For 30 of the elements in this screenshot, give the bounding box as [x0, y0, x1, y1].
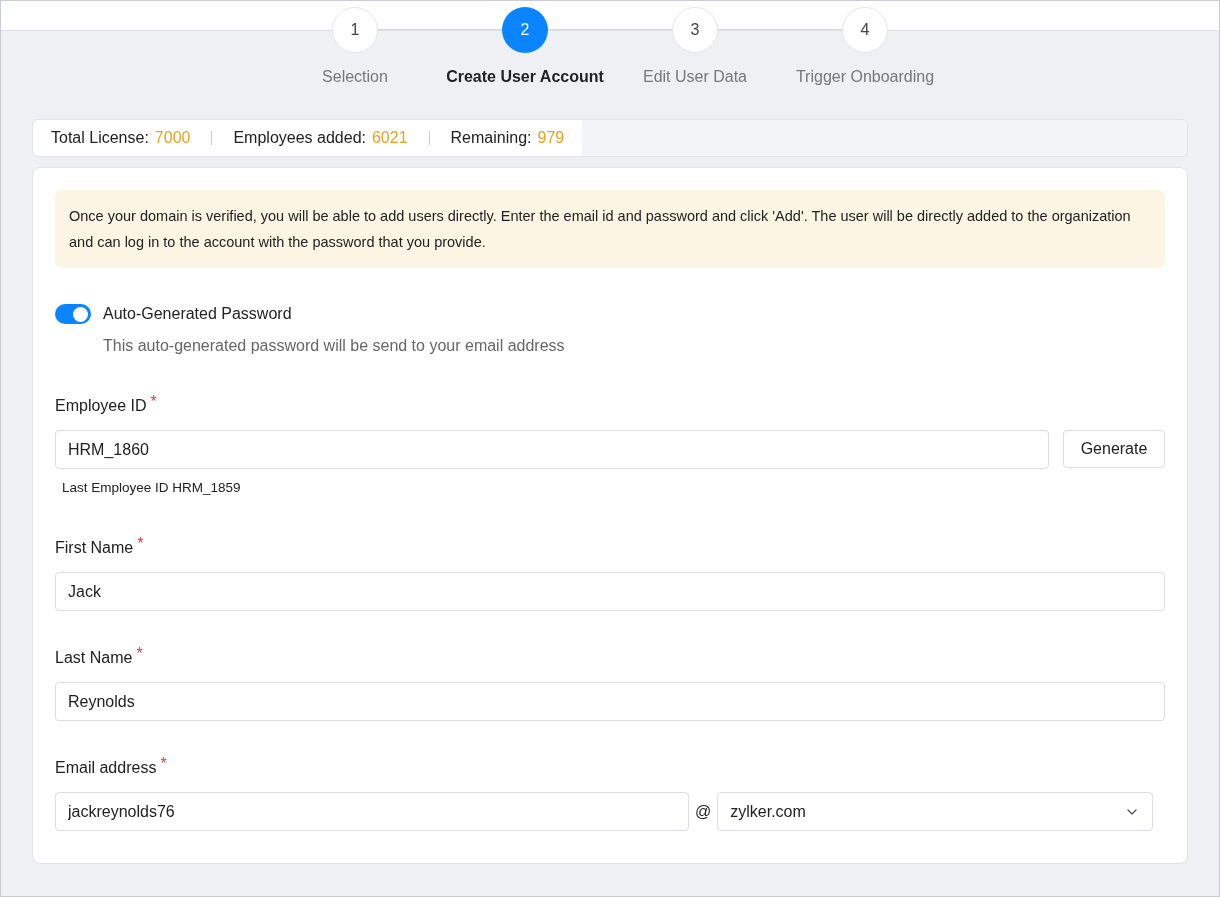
notice-text: Once your domain is verified, you will be able to add users directly. Enter the email id and password and click 'Add'. The user will be directly added to the organization and can log in to the account with the password that you provide. [69, 207, 1132, 252]
step-label: Create User Account [446, 67, 604, 87]
domain-dropdown[interactable]: zylker.com [717, 792, 1153, 832]
field-label: Email address [55, 758, 157, 779]
license-value: 979 [537, 128, 565, 148]
step-label: Trigger Onboarding [795, 67, 935, 87]
generate-button[interactable]: Generate [1063, 430, 1165, 468]
field-label: Last Name [55, 648, 133, 669]
toggle-label: Auto-Generated Password [103, 304, 292, 324]
license-value: 6021 [371, 128, 408, 148]
employee-id-field[interactable]: HRM_1860 [55, 430, 1049, 469]
license-label: Employees added: [233, 128, 366, 148]
last-name-field[interactable]: Reynolds [55, 682, 1165, 722]
field-label: Employee ID [55, 396, 147, 416]
step-label: Edit User Data [642, 67, 747, 87]
email-field[interactable]: jackreynolds76 [55, 792, 689, 832]
license-value: 7000 [154, 128, 191, 148]
license-label: Remaining: [450, 128, 532, 148]
required-mark: * [137, 536, 144, 553]
required-mark: * [160, 756, 167, 773]
license-label: Total License: [51, 128, 149, 148]
hint-text: Last Employee ID HRM_1859 [62, 479, 242, 497]
toggle-description: This auto-generated password will be send to your email address [103, 336, 566, 356]
toggle-switch[interactable] [55, 304, 91, 324]
at-sign: @ [694, 801, 713, 822]
required-mark: * [150, 394, 157, 410]
first-name-field[interactable]: Jack [55, 572, 1165, 612]
required-mark: * [136, 646, 143, 663]
step-label: Selection [322, 67, 388, 87]
field-label: First Name [55, 538, 134, 559]
